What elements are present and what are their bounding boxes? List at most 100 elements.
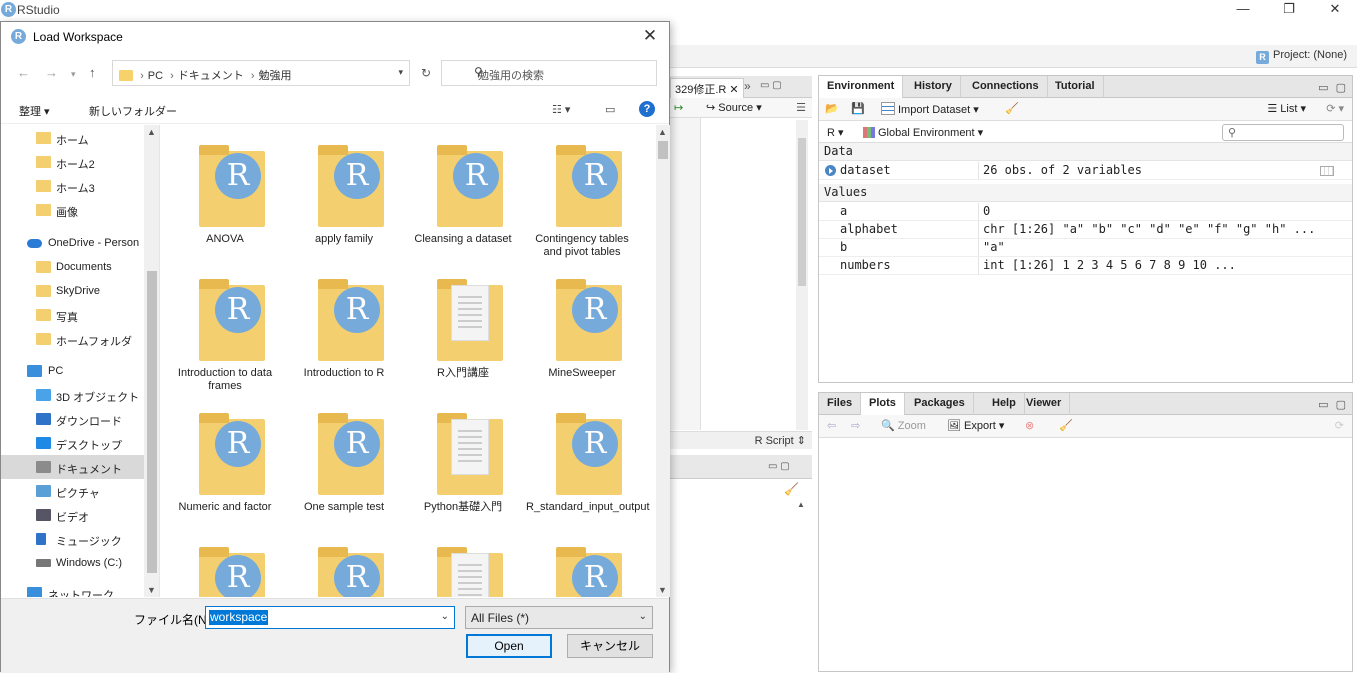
expand-arrow-icon[interactable] bbox=[825, 165, 836, 176]
file-item[interactable] bbox=[407, 531, 519, 597]
breadcrumb-pc[interactable]: PC bbox=[148, 70, 163, 82]
maximize-button[interactable]: ❐ bbox=[1266, 0, 1312, 20]
env-row-dataset[interactable]: dataset 26 obs. of 2 variables bbox=[819, 162, 1352, 180]
remove-plot-icon[interactable]: ⊗ bbox=[1025, 419, 1034, 432]
address-dropdown-icon[interactable]: ▾ bbox=[398, 67, 403, 78]
export-button[interactable]: 🖼 Export ▾ bbox=[947, 419, 1004, 432]
back-arrow-icon[interactable]: ← bbox=[17, 65, 30, 80]
up-arrow-icon[interactable]: ↑ bbox=[89, 65, 96, 80]
console-body[interactable]: 🧹 bbox=[670, 480, 812, 672]
editor-tab[interactable]: 329修正.R ✕ bbox=[670, 78, 744, 99]
outline-icon[interactable]: ☰ bbox=[796, 101, 806, 114]
nav-item[interactable]: デスクトップ bbox=[1, 431, 144, 455]
file-grid-scroll-thumb[interactable] bbox=[658, 141, 668, 159]
tab-connections[interactable]: Connections bbox=[964, 76, 1048, 98]
environment-search-input[interactable]: ⚲ bbox=[1222, 124, 1344, 141]
forward-arrow-icon[interactable]: ⇨ bbox=[851, 419, 860, 432]
scroll-up-icon[interactable]: ▲ bbox=[658, 127, 667, 137]
editor-minmax-icon[interactable]: ▭ ▢ bbox=[760, 80, 782, 91]
clear-broom-icon[interactable]: 🧹 bbox=[1005, 102, 1019, 115]
file-item[interactable]: R Cleansing a dataset bbox=[407, 129, 519, 259]
nav-item[interactable]: ホーム2 bbox=[1, 150, 144, 174]
tab-history[interactable]: History bbox=[906, 76, 961, 98]
recent-locations-icon[interactable]: ▾ bbox=[71, 69, 76, 80]
view-options-icon[interactable]: ☷ ▾ bbox=[552, 103, 570, 116]
scroll-down-icon[interactable]: ▼ bbox=[658, 585, 667, 595]
new-folder-button[interactable]: 新しいフォルダー bbox=[89, 103, 177, 119]
file-item[interactable]: R bbox=[169, 531, 281, 597]
files-minmax-icon[interactable]: ▭ ▢ bbox=[1318, 398, 1348, 411]
env-row-value[interactable]: b "a" bbox=[819, 239, 1352, 257]
nav-scroll-thumb[interactable] bbox=[147, 271, 157, 573]
run-arrow-icon[interactable]: ↦ bbox=[674, 101, 683, 114]
more-tabs-icon[interactable]: » bbox=[744, 79, 751, 93]
file-item[interactable]: R MineSweeper bbox=[526, 263, 638, 393]
breadcrumb-documents[interactable]: ドキュメント bbox=[178, 70, 244, 82]
nav-item[interactable]: ホーム bbox=[1, 126, 144, 150]
tab-environment[interactable]: Environment bbox=[819, 76, 904, 99]
nav-item[interactable]: ピクチャ bbox=[1, 479, 144, 503]
scope-dropdown[interactable]: Global Environment ▾ bbox=[863, 126, 983, 139]
script-type-selector[interactable]: R Script ⇕ bbox=[755, 434, 806, 447]
nav-item-pc[interactable]: PC bbox=[1, 359, 144, 383]
console-minmax-icon[interactable]: ▭ ▢ bbox=[768, 461, 790, 472]
nav-item[interactable]: ミュージック bbox=[1, 527, 144, 551]
file-item[interactable]: Python基礎入門 bbox=[407, 397, 519, 527]
source-button[interactable]: ↪ Source ▾ bbox=[706, 101, 762, 114]
env-row-value[interactable]: numbers int [1:26] 1 2 3 4 5 6 7 8 9 10 … bbox=[819, 257, 1352, 275]
tab-plots[interactable]: Plots bbox=[861, 393, 905, 416]
nav-item[interactable]: SkyDrive bbox=[1, 279, 144, 303]
editor-scrollbar[interactable] bbox=[796, 120, 808, 430]
clear-plots-icon[interactable]: 🧹 bbox=[1059, 419, 1073, 432]
open-button[interactable]: Open bbox=[466, 634, 552, 658]
refresh-icon[interactable]: ↻ bbox=[421, 66, 431, 80]
editor-scroll-thumb[interactable] bbox=[798, 138, 806, 286]
project-menu[interactable]: R Project: (None) bbox=[1256, 49, 1347, 64]
nav-item[interactable]: 写真 bbox=[1, 303, 144, 327]
refresh-icon[interactable]: ⟳ bbox=[1335, 419, 1344, 432]
cancel-button[interactable]: キャンセル bbox=[567, 634, 653, 658]
nav-item-documents[interactable]: ドキュメント bbox=[1, 455, 144, 479]
preview-pane-icon[interactable]: ▭ bbox=[605, 103, 615, 116]
nav-item-network[interactable]: ネットワーク bbox=[1, 581, 144, 597]
nav-item[interactable]: ダウンロード bbox=[1, 407, 144, 431]
back-arrow-icon[interactable]: ⇦ bbox=[827, 419, 836, 432]
nav-item[interactable]: 3D オブジェクト bbox=[1, 383, 144, 407]
chevron-down-icon[interactable]: ⌄ bbox=[441, 611, 449, 622]
file-item[interactable]: R bbox=[526, 531, 638, 597]
file-item[interactable]: R One sample test bbox=[288, 397, 400, 527]
nav-item[interactable]: ホームフォルダ bbox=[1, 327, 144, 351]
minimize-button[interactable]: — bbox=[1220, 0, 1266, 20]
file-item[interactable]: R入門講座 bbox=[407, 263, 519, 393]
language-dropdown[interactable]: R ▾ bbox=[827, 126, 844, 139]
file-item[interactable]: R R_standard_input_output bbox=[526, 397, 650, 527]
file-item[interactable]: R Introduction to R bbox=[288, 263, 400, 393]
help-icon[interactable]: ? bbox=[639, 101, 655, 117]
close-window-button[interactable]: ✕ bbox=[1312, 0, 1357, 20]
file-item[interactable]: Rapply family bbox=[288, 129, 400, 259]
filetype-select[interactable]: All Files (*) ⌄ bbox=[465, 606, 653, 629]
scroll-up-icon[interactable]: ▲ bbox=[147, 127, 156, 137]
console-scrollbar[interactable]: ▲ bbox=[797, 500, 807, 670]
nav-item[interactable]: 画像 bbox=[1, 198, 144, 222]
nav-item-onedrive[interactable]: OneDrive - Person bbox=[1, 231, 144, 255]
import-dataset-button[interactable]: Import Dataset ▾ bbox=[881, 102, 979, 116]
dialog-search-input[interactable]: ⚲ 勉強用の検索 bbox=[441, 60, 657, 86]
tab-files[interactable]: Files bbox=[819, 393, 862, 415]
organize-button[interactable]: 整理 ▾ bbox=[19, 103, 50, 119]
breadcrumb-current[interactable]: 勉強用 bbox=[258, 70, 291, 82]
nav-scrollbar[interactable]: ▲ ▼ bbox=[144, 125, 159, 597]
filename-input[interactable]: workspace ⌄ bbox=[205, 606, 455, 629]
tab-viewer[interactable]: Viewer bbox=[1018, 393, 1071, 415]
env-row-value[interactable]: a 0 bbox=[819, 203, 1352, 221]
save-workspace-icon[interactable]: 💾 bbox=[851, 102, 865, 115]
tab-packages[interactable]: Packages bbox=[906, 393, 974, 415]
console-clear-icon[interactable]: 🧹 bbox=[784, 482, 799, 496]
nav-item[interactable]: ホーム3 bbox=[1, 174, 144, 198]
nav-item[interactable]: Documents bbox=[1, 255, 144, 279]
file-item[interactable]: R Contingency tables and pivot tables bbox=[526, 129, 638, 259]
address-bar[interactable]: › PC › ドキュメント › 勉強用 ▾ bbox=[112, 60, 410, 86]
file-item[interactable]: R ANOVA bbox=[169, 129, 281, 259]
nav-item[interactable]: ビデオ bbox=[1, 503, 144, 527]
scroll-up-icon[interactable]: ▲ bbox=[797, 500, 805, 509]
